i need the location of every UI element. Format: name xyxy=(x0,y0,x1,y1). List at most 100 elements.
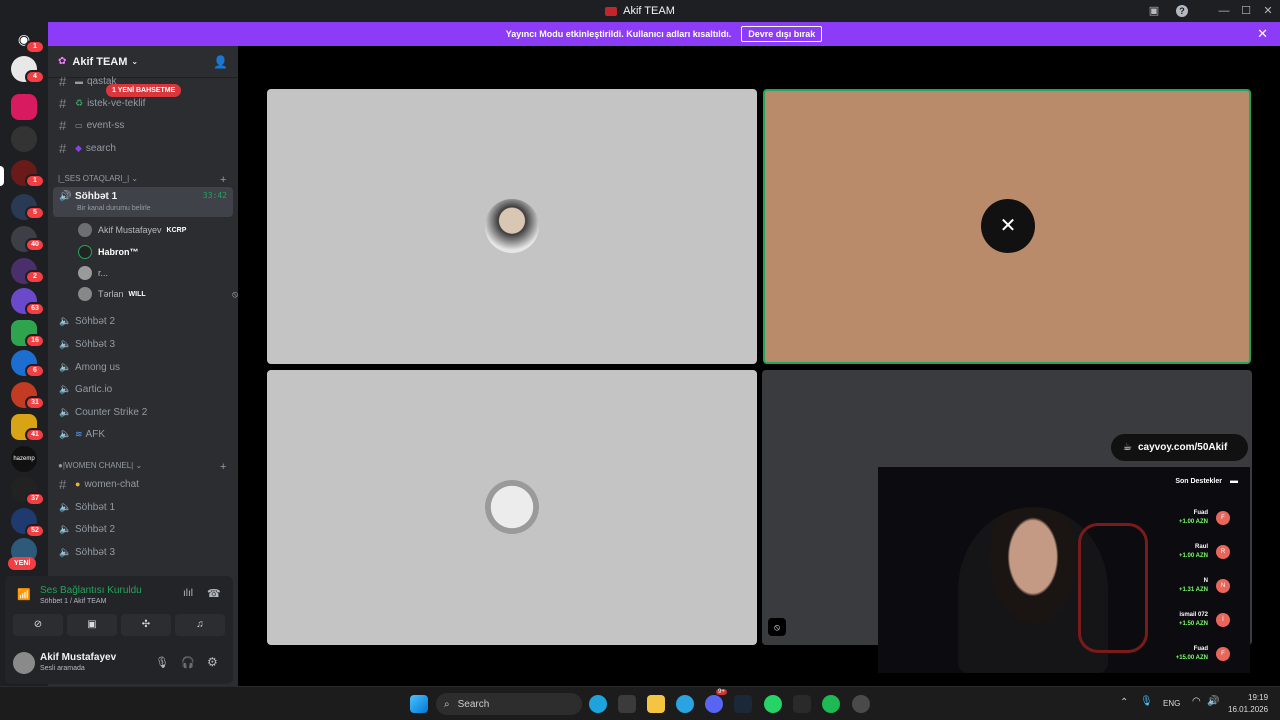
microphone-icon[interactable]: 🎙 xyxy=(1140,696,1153,707)
channel-name: Counter Strike 2 xyxy=(75,406,148,418)
screen-share-button[interactable]: ▣ xyxy=(67,614,117,636)
channel-event-ss[interactable]: # ▭ event-ss xyxy=(53,114,233,136)
call-timer: 33:42 xyxy=(202,191,227,200)
voice-channel-sohbet-1-active[interactable]: 🔊 Söhbət 1 33:42 Bir kanal durumu belirl… xyxy=(53,187,233,217)
server-icon[interactable] xyxy=(11,126,37,152)
activities-button[interactable]: ✣ xyxy=(121,614,171,636)
donor-name: Raul xyxy=(1194,544,1208,550)
server-name: Akif TEAM xyxy=(72,55,128,68)
chevron-up-icon[interactable]: ⌃ xyxy=(1120,697,1128,708)
voice-user[interactable]: Tərlan WILL ⦸ xyxy=(78,284,238,304)
avatar: ✕ xyxy=(981,199,1035,253)
soundboard-button[interactable]: ♫ xyxy=(175,614,225,636)
voice-channel[interactable]: 🔈 Among us xyxy=(53,356,233,378)
channel-search[interactable]: # ◆ search xyxy=(53,137,233,159)
voice-user[interactable]: r... xyxy=(78,263,108,283)
avatar xyxy=(78,287,92,301)
voice-user[interactable]: Habron™ xyxy=(78,242,139,262)
clock-date[interactable]: 16.01.2026 xyxy=(1228,705,1268,714)
epic-games-icon[interactable] xyxy=(793,695,811,713)
video-tile[interactable] xyxy=(267,370,757,645)
unread-badge: 63 xyxy=(25,302,45,316)
close-icon[interactable]: ✕ xyxy=(1257,26,1268,42)
selected-server-indicator xyxy=(0,166,4,186)
discord-icon[interactable] xyxy=(705,695,723,713)
file-explorer-icon[interactable] xyxy=(647,695,665,713)
server-icon[interactable] xyxy=(11,94,37,120)
voice-status-subtitle[interactable]: Söhbet 1 / Akif TEAM xyxy=(40,598,106,605)
channel-name: Söhbət 1 xyxy=(75,501,116,513)
category-ses-otaqlari[interactable]: |_SES OTAQLARI_| ⌄ + xyxy=(58,174,226,186)
donation-entry: Fuad +1.00 AZN xyxy=(1179,509,1208,527)
donation-amount: +1.00 AZN xyxy=(1179,553,1208,559)
voice-channel[interactable]: 🔈 Söhbət 2 xyxy=(53,518,233,540)
avatar xyxy=(485,199,539,253)
start-button[interactable] xyxy=(410,695,428,713)
disconnect-icon[interactable]: ☎ xyxy=(207,587,221,600)
voice-user-name: Tərlan xyxy=(98,289,124,299)
language-indicator[interactable]: ENG xyxy=(1163,699,1180,708)
avatar[interactable] xyxy=(13,652,35,674)
voice-channel[interactable]: 🔈 Counter Strike 2 xyxy=(53,401,233,423)
microphone-icon[interactable]: 🎙 xyxy=(155,656,169,669)
camera-off-button[interactable]: ⊘ xyxy=(13,614,63,636)
headphones-icon[interactable]: 🎧 xyxy=(181,656,195,669)
whatsapp-icon[interactable] xyxy=(764,695,782,713)
spotify-icon[interactable] xyxy=(822,695,840,713)
gear-icon[interactable]: ⚙ xyxy=(207,655,218,669)
donor-avatar: F xyxy=(1216,511,1230,525)
invite-people-icon[interactable]: 👤 xyxy=(213,55,228,69)
close-window-button[interactable]: ✕ xyxy=(1260,3,1276,19)
noise-suppression-icon[interactable]: ılıl xyxy=(183,588,193,599)
camera-icon: ▭ xyxy=(75,120,83,130)
window-title-bar: Akif TEAM ▣ ? — ☐ ✕ xyxy=(0,0,1280,22)
voice-user[interactable]: Akif Mustafayev KCRP xyxy=(78,220,186,240)
speaker-icon: 🔈 xyxy=(59,338,72,350)
volume-icon[interactable]: 🔊 xyxy=(1207,696,1219,707)
server-logo-icon xyxy=(605,6,618,16)
edge-icon[interactable] xyxy=(589,695,607,713)
telegram-icon[interactable] xyxy=(676,695,694,713)
voice-channel[interactable]: 🔈 Söhbət 3 xyxy=(53,541,233,563)
store-icon[interactable] xyxy=(618,695,636,713)
recycle-icon: ♻ xyxy=(75,97,84,108)
new-mention-pill[interactable]: 1 YENİ BAHSETME xyxy=(106,84,182,97)
channel-name: Gartic.io xyxy=(75,383,113,395)
obs-icon[interactable] xyxy=(852,695,870,713)
text-channel[interactable]: # ● women-chat xyxy=(53,473,233,495)
video-tile-speaking[interactable]: ✕ xyxy=(763,89,1251,364)
voice-channel[interactable]: 🔈 Söhbət 3 xyxy=(53,333,233,355)
voice-channel[interactable]: 🔈 Söhbət 1 xyxy=(53,496,233,518)
disable-streamer-mode-button[interactable]: Devre dışı bırak xyxy=(741,26,823,42)
clock-time[interactable]: 19:19 xyxy=(1248,693,1268,702)
channel-name: Söhbət 3 xyxy=(75,546,116,558)
steam-icon[interactable] xyxy=(734,695,752,713)
channel-status-hint[interactable]: Bir kanal durumu belirle xyxy=(77,205,151,212)
voice-status-title[interactable]: Ses Bağlantısı Kuruldu xyxy=(40,585,142,596)
help-icon[interactable]: ? xyxy=(1176,5,1188,17)
add-channel-icon[interactable]: + xyxy=(220,174,226,186)
donor-name: Fuad xyxy=(1193,646,1208,652)
signal-icon[interactable]: 📶 xyxy=(17,588,31,601)
maximize-button[interactable]: ☐ xyxy=(1238,3,1254,19)
taskbar-search[interactable]: ⌕ Search xyxy=(436,693,582,715)
add-channel-icon[interactable]: + xyxy=(220,461,226,473)
channel-name: Söhbət 1 xyxy=(75,191,118,202)
hash-icon: # xyxy=(59,73,67,89)
avatar xyxy=(485,480,539,534)
voice-channel[interactable]: 🔈 Gartic.io xyxy=(53,378,233,400)
voice-channel[interactable]: 🔈 Söhbət 2 xyxy=(53,310,233,332)
minimize-button[interactable]: — xyxy=(1216,3,1232,19)
emoji-icon: ● xyxy=(75,479,81,489)
video-tile[interactable] xyxy=(267,89,757,364)
speaker-icon: 🔈 xyxy=(59,361,72,373)
user-name[interactable]: Akif Mustafayev xyxy=(40,652,116,663)
category-label: |_SES OTAQLARI_| xyxy=(58,174,130,183)
screen-share-icon[interactable]: ▣ xyxy=(1146,3,1162,19)
server-icon[interactable]: hazemp xyxy=(11,446,37,472)
voice-channel[interactable]: 🔈 ≋ AFK xyxy=(53,423,233,445)
donation-amount: +1.00 AZN xyxy=(1179,519,1208,525)
wifi-icon[interactable]: ◠ xyxy=(1192,696,1201,707)
category-women-chanel[interactable]: ●|WOMEN CHANEL| ⌄ + xyxy=(58,461,226,473)
server-boost-icon: ✿ xyxy=(58,56,67,67)
